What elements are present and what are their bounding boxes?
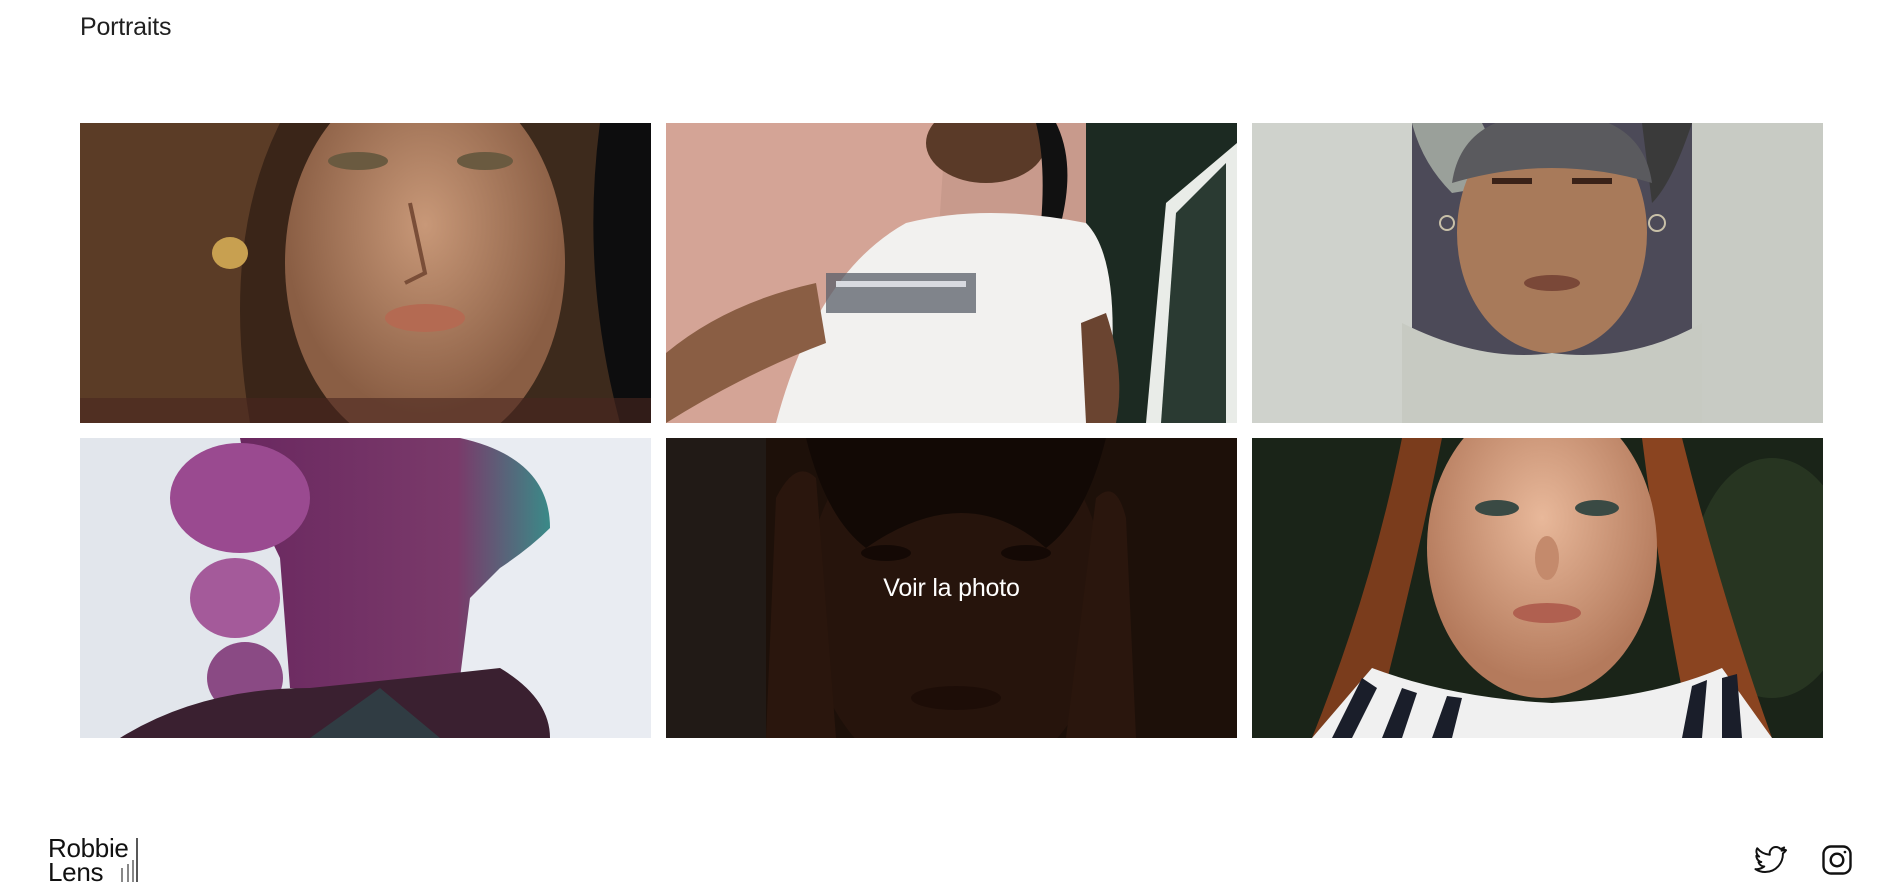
instagram-link[interactable] bbox=[1817, 840, 1857, 880]
portrait-photo bbox=[666, 123, 1237, 423]
gallery-tile-3[interactable] bbox=[1252, 123, 1823, 423]
instagram-icon bbox=[1822, 845, 1852, 875]
twitter-link[interactable] bbox=[1750, 840, 1790, 880]
twitter-icon bbox=[1754, 846, 1788, 873]
gallery-tile-2[interactable] bbox=[666, 123, 1237, 423]
portrait-gallery: Voir la photo bbox=[80, 123, 1823, 738]
gallery-tile-4[interactable] bbox=[80, 438, 651, 738]
gallery-tile-6[interactable] bbox=[1252, 438, 1823, 738]
portrait-photo bbox=[1252, 123, 1823, 423]
logo-bars-icon bbox=[121, 838, 138, 882]
page-title: Portraits bbox=[80, 13, 172, 41]
portrait-photo bbox=[1252, 438, 1823, 738]
gallery-tile-1[interactable] bbox=[80, 123, 651, 423]
portrait-photo bbox=[80, 123, 651, 423]
gallery-tile-5[interactable]: Voir la photo bbox=[666, 438, 1237, 738]
photo-hover-overlay[interactable]: Voir la photo bbox=[666, 438, 1237, 738]
brand-logo[interactable]: Robbie Lens bbox=[48, 835, 138, 885]
view-photo-label[interactable]: Voir la photo bbox=[883, 574, 1020, 603]
portrait-photo bbox=[80, 438, 651, 738]
